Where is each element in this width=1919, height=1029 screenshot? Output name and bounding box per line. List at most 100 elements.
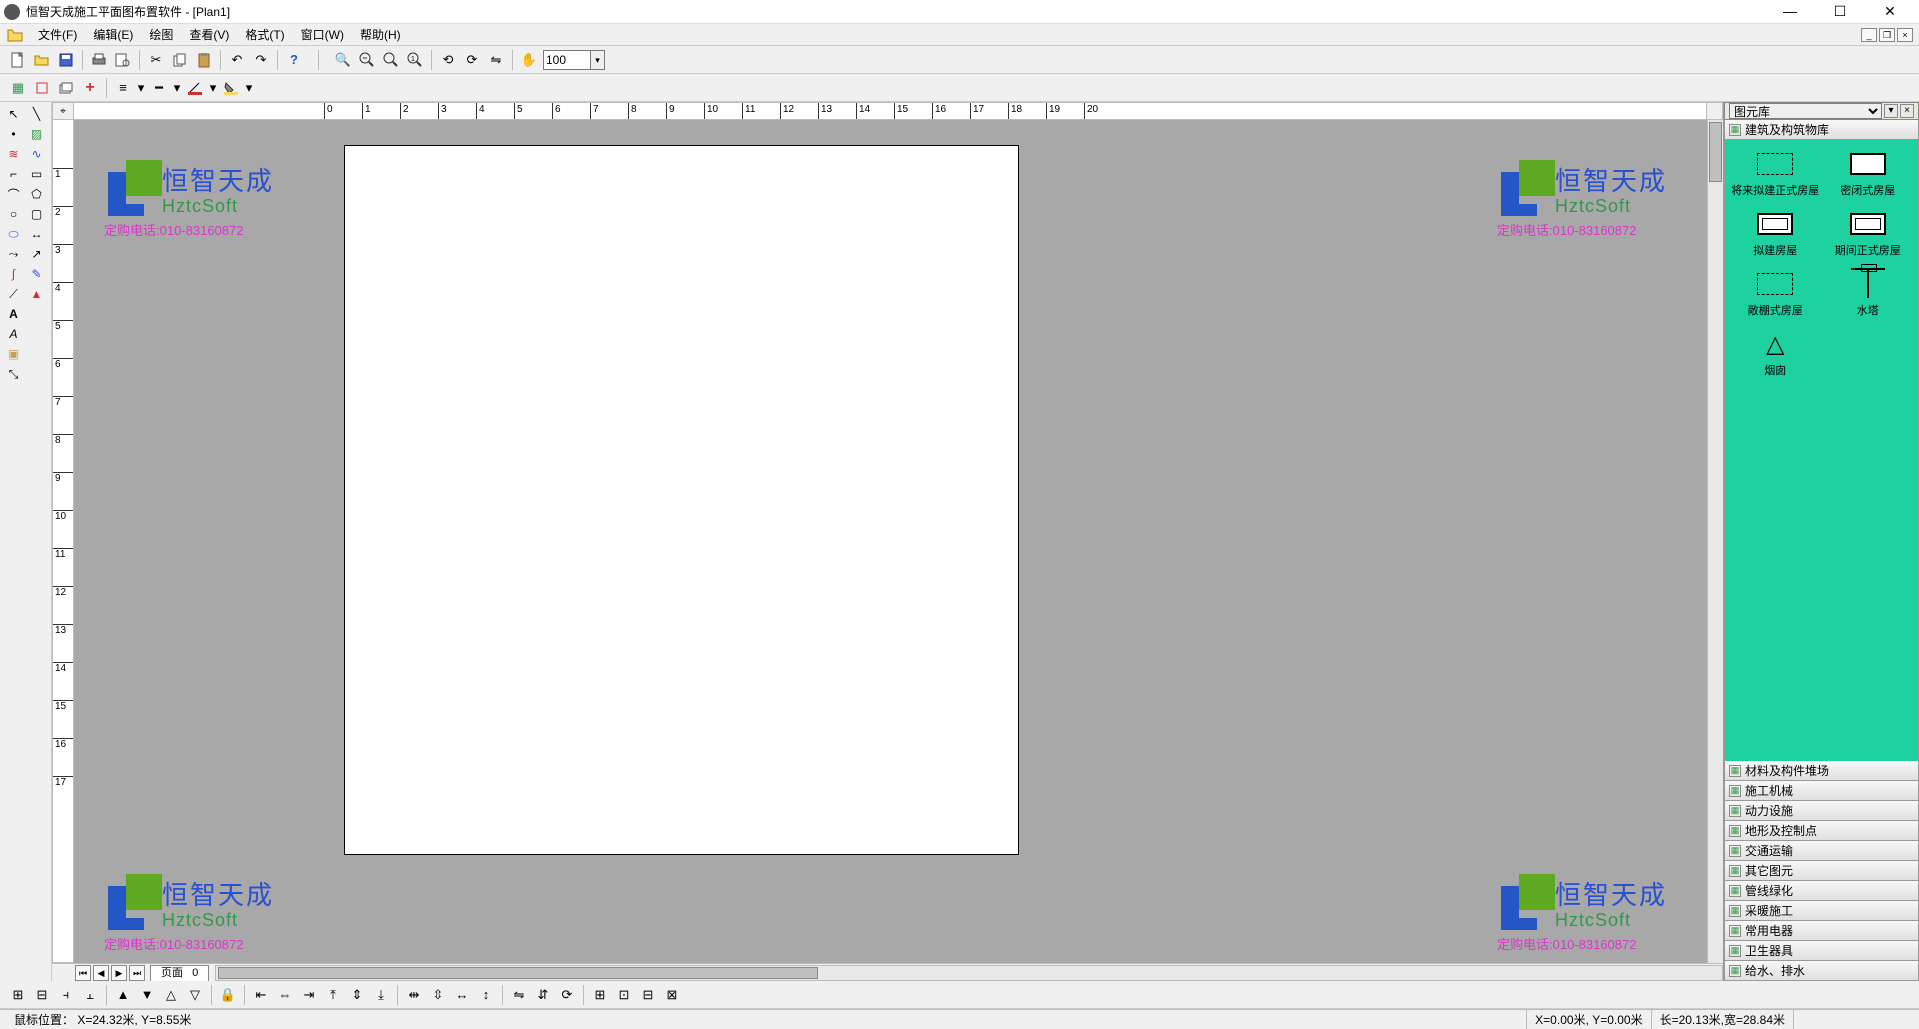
round-rect-tool[interactable]: ▢ xyxy=(25,204,48,224)
page-first[interactable]: ⏮ xyxy=(75,965,91,981)
symbol-item[interactable]: 拟建房屋 xyxy=(1731,206,1820,258)
menu-window[interactable]: 窗口(W) xyxy=(295,26,350,43)
page-prev[interactable]: ◀ xyxy=(93,965,109,981)
rotate-right-button[interactable]: ⟳ xyxy=(461,49,483,71)
print-preview-button[interactable] xyxy=(112,49,134,71)
dimension-tool[interactable]: ↔ xyxy=(25,224,48,244)
pan-button[interactable]: ✋ xyxy=(518,49,540,71)
mdi-close[interactable]: × xyxy=(1897,28,1913,42)
area-tool[interactable]: ▲ xyxy=(25,284,48,304)
menu-draw[interactable]: 绘图 xyxy=(143,26,179,43)
category-header[interactable]: ▦卫生器具 xyxy=(1724,941,1919,961)
new-file-button[interactable] xyxy=(7,49,29,71)
flip-v[interactable]: ⇵ xyxy=(532,984,554,1006)
ruler-corner[interactable]: ⌖ xyxy=(52,102,74,120)
zoom-fit-button[interactable] xyxy=(380,49,402,71)
rotate-cw[interactable]: ⟳ xyxy=(556,984,578,1006)
minimize-button[interactable]: — xyxy=(1775,3,1805,20)
fill-color-dd[interactable]: ▾ xyxy=(244,77,254,99)
flip-h[interactable]: ⇋ xyxy=(508,984,530,1006)
line-weight-dd[interactable]: ▾ xyxy=(172,77,182,99)
line-weight-button[interactable]: ━ xyxy=(148,77,170,99)
text-tool[interactable]: A xyxy=(2,304,25,324)
snap-button[interactable] xyxy=(31,77,53,99)
symbol-item[interactable]: 水塔 xyxy=(1824,266,1913,318)
circle-tool[interactable]: ○ xyxy=(2,204,25,224)
vertical-scrollbar[interactable] xyxy=(1707,120,1723,963)
lock-button[interactable]: 🔒 xyxy=(217,984,239,1006)
category-header[interactable]: ▦采暖施工 xyxy=(1724,901,1919,921)
arc-tool[interactable]: ⌒ xyxy=(2,184,25,204)
page-next[interactable]: ▶ xyxy=(111,965,127,981)
menu-file[interactable]: 文件(F) xyxy=(32,26,83,43)
mdi-restore[interactable]: ❐ xyxy=(1879,28,1895,42)
fill-color-button[interactable] xyxy=(220,77,242,99)
polygon-tool[interactable]: ⬠ xyxy=(25,184,48,204)
ungroup-button[interactable]: ⊟ xyxy=(31,984,53,1006)
line-tool[interactable]: ╲ xyxy=(25,104,48,124)
image-tool[interactable]: ▣ xyxy=(2,344,25,364)
page-last[interactable]: ⏭ xyxy=(129,965,145,981)
ellipse-tool[interactable]: ⬭ xyxy=(2,224,25,244)
category-header[interactable]: ▦交通运输 xyxy=(1724,841,1919,861)
symbol-item[interactable]: 密闭式房屋 xyxy=(1824,146,1913,198)
open-file-button[interactable] xyxy=(31,49,53,71)
align-t[interactable]: ⤒ xyxy=(322,984,344,1006)
horizontal-scrollbar[interactable] xyxy=(215,965,1723,981)
category-header[interactable]: ▦地形及控制点 xyxy=(1724,821,1919,841)
grid-toggle[interactable]: ⊞ xyxy=(589,984,611,1006)
cut-button[interactable]: ✂ xyxy=(145,49,167,71)
copy-button[interactable] xyxy=(169,49,191,71)
group-button[interactable]: ⊞ xyxy=(7,984,29,1006)
zoom-input[interactable] xyxy=(543,50,591,70)
line-style-button[interactable]: ≡ xyxy=(112,77,134,99)
point-tool[interactable]: • xyxy=(2,124,25,144)
library-select[interactable]: 图元库 xyxy=(1729,103,1882,119)
ruler-horizontal[interactable]: 01234567891011121314151617181920 xyxy=(74,102,1707,120)
menu-help[interactable]: 帮助(H) xyxy=(354,26,407,43)
flip-button[interactable]: ⇋ xyxy=(485,49,507,71)
align-b[interactable]: ⤓ xyxy=(370,984,392,1006)
category-header[interactable]: ▦管线绿化 xyxy=(1724,881,1919,901)
align-m[interactable]: ⇕ xyxy=(346,984,368,1006)
rotate-left-button[interactable]: ⟲ xyxy=(437,49,459,71)
same-h[interactable]: ↕ xyxy=(475,984,497,1006)
send-back-button[interactable]: ▼ xyxy=(136,984,158,1006)
select-tool[interactable]: ↖ xyxy=(2,104,25,124)
zoom-out-button[interactable] xyxy=(356,49,378,71)
redo-button[interactable]: ↷ xyxy=(250,49,272,71)
mdi-minimize[interactable]: _ xyxy=(1861,28,1877,42)
print-button[interactable] xyxy=(88,49,110,71)
align-right-button[interactable]: ⫠ xyxy=(79,984,101,1006)
multiline-tool[interactable]: ≋ xyxy=(2,144,25,164)
undo-button[interactable]: ↶ xyxy=(226,49,248,71)
measure-tool[interactable]: ⟋ xyxy=(2,284,25,304)
symbol-item[interactable]: 敞棚式房屋 xyxy=(1731,266,1820,318)
category-header[interactable]: ▦给水、排水 xyxy=(1724,961,1919,981)
grid-button[interactable]: ▦ xyxy=(7,77,29,99)
dist-v[interactable]: ⇳ xyxy=(427,984,449,1006)
page-tab-active[interactable]: 页面 0 xyxy=(150,965,209,981)
menu-edit[interactable]: 编辑(E) xyxy=(87,26,139,43)
category-header[interactable]: ▦施工机械 xyxy=(1724,781,1919,801)
library-close[interactable]: × xyxy=(1900,104,1914,118)
menu-view[interactable]: 查看(V) xyxy=(183,26,235,43)
backward-button[interactable]: ▽ xyxy=(184,984,206,1006)
zoom-dropdown[interactable]: ▾ xyxy=(591,50,605,70)
category-header[interactable]: ▦常用电器 xyxy=(1724,921,1919,941)
line-style-dd[interactable]: ▾ xyxy=(136,77,146,99)
zoom-in-button[interactable]: 🔍 xyxy=(332,49,354,71)
add-button[interactable]: + xyxy=(79,77,101,99)
line-color-button[interactable] xyxy=(184,77,206,99)
hatch-tool[interactable]: ▨ xyxy=(25,124,48,144)
help-button[interactable]: ? xyxy=(283,49,305,71)
category-header[interactable]: ▦材料及构件堆场 xyxy=(1724,761,1919,781)
category-header[interactable]: ▦其它图元 xyxy=(1724,861,1919,881)
save-button[interactable] xyxy=(55,49,77,71)
symbol-item[interactable]: 期间正式房屋 xyxy=(1824,206,1913,258)
canvas[interactable]: 恒智天成HztcSoft 定购电话:010-83160872 恒智天成HztcS… xyxy=(74,120,1707,963)
menu-format[interactable]: 格式(T) xyxy=(239,26,290,43)
bezier-tool[interactable]: ∫ xyxy=(2,264,25,284)
freehand-tool[interactable]: ✎ xyxy=(25,264,48,284)
close-button[interactable]: ✕ xyxy=(1875,3,1905,20)
